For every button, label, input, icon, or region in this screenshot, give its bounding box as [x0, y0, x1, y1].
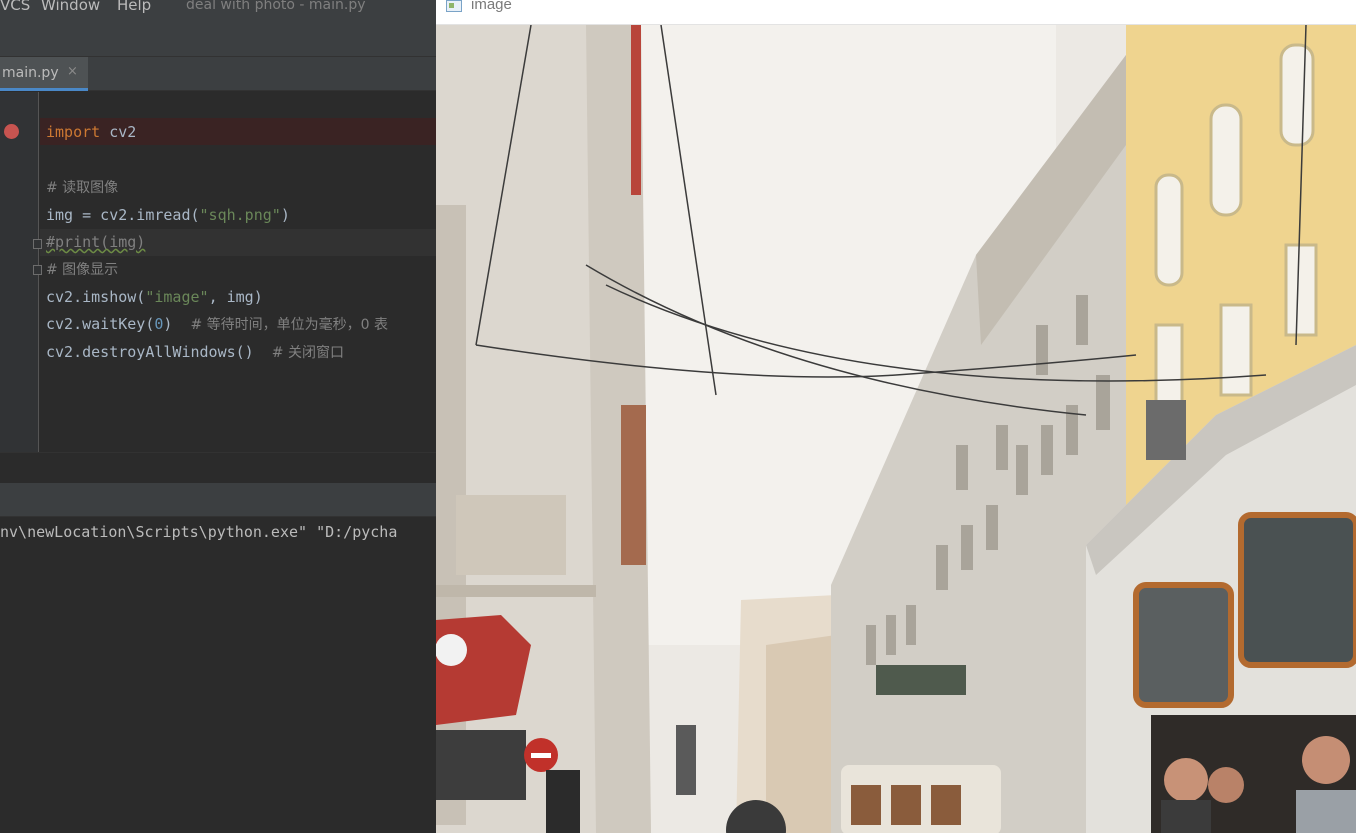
code-line-9: cv2.destroyAllWindows() # 关闭窗口: [46, 339, 344, 366]
displayed-photo: [436, 25, 1356, 833]
code-text: cv2.waitKey(: [46, 315, 155, 333]
code-line-8: cv2.waitKey(0) # 等待时间，单位为毫秒，0 表: [46, 311, 388, 338]
code-text: img = cv2.imread(: [46, 206, 200, 224]
code-line-6: # 图像显示: [46, 256, 118, 283]
tab-label: main.py: [2, 65, 59, 81]
code-text: cv2: [100, 123, 137, 141]
string-literal: "image": [145, 288, 209, 306]
tab-main-py[interactable]: main.py ×: [0, 57, 88, 91]
comment: # 图像显示: [46, 262, 119, 278]
code-line-4: img = cv2.imread("sqh.png"): [46, 202, 290, 229]
image-window: image: [436, 0, 1356, 833]
code-text: , img): [208, 288, 263, 306]
code-editor[interactable]: import cv2 # 读取图像 img = cv2.imread("sqh.…: [0, 92, 436, 452]
fold-icon[interactable]: [33, 239, 42, 249]
fold-icon[interactable]: [33, 265, 42, 275]
code-line-7: cv2.imshow("image", img): [46, 284, 263, 311]
code-line-1: import cv2: [46, 119, 136, 146]
breakpoint-icon[interactable]: [4, 124, 19, 139]
ide-window: VCS Window Help deal with photo - main.p…: [0, 0, 436, 833]
comment: #print(img): [46, 233, 146, 251]
menu-vcs[interactable]: VCS: [0, 0, 30, 14]
image-window-title-bar[interactable]: image: [436, 0, 1356, 25]
close-icon[interactable]: ×: [67, 64, 78, 79]
code-line-3: # 读取图像: [46, 174, 118, 201]
run-panel-header: [0, 483, 436, 517]
string-literal: "sqh.png": [199, 206, 281, 224]
code-text: cv2.destroyAllWindows(): [46, 343, 272, 361]
code-text: ): [280, 206, 290, 224]
menu-bar: VCS Window Help deal with photo - main.p…: [0, 0, 436, 20]
editor-tab-bar: main.py ×: [0, 57, 436, 91]
comment: # 读取图像: [46, 180, 119, 196]
street-photo-illustration: [436, 25, 1356, 833]
code-text: ): [163, 315, 191, 333]
comment: # 关闭窗口: [271, 345, 344, 361]
menu-window[interactable]: Window: [41, 0, 100, 14]
code-line-5: #print(img): [46, 229, 145, 256]
comment: # 等待时间，单位为毫秒，0 表: [190, 317, 389, 333]
image-window-title: image: [471, 0, 512, 13]
keyword: import: [46, 123, 101, 141]
console-output-line: nv\newLocation\Scripts\python.exe" "D:/p…: [0, 523, 398, 541]
toolbar: [0, 20, 436, 57]
code-text: cv2.imshow(: [46, 288, 146, 306]
window-title: deal with photo - main.py: [186, 0, 366, 13]
window-icon: [446, 0, 462, 12]
menu-help[interactable]: Help: [117, 0, 151, 14]
run-console[interactable]: nv\newLocation\Scripts\python.exe" "D:/p…: [0, 517, 436, 833]
editor-status-strip: [0, 452, 436, 483]
